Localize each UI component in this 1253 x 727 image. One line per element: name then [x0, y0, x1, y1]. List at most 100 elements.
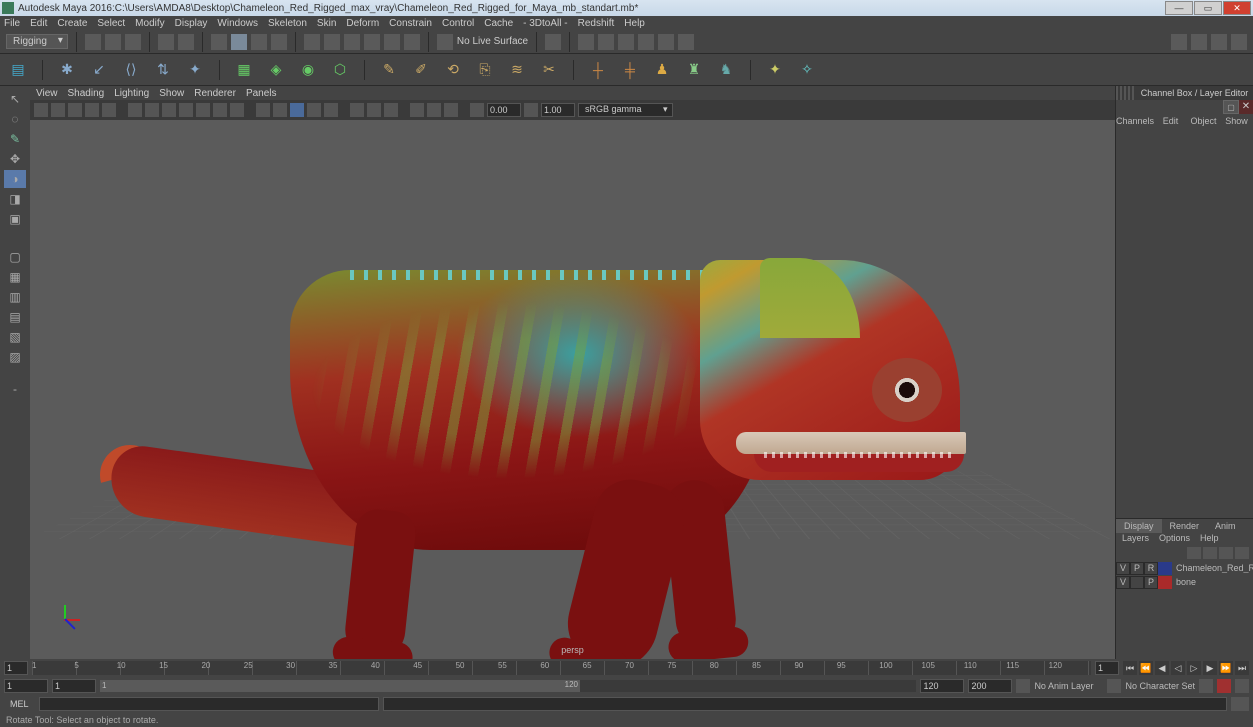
anim-end-field[interactable] [968, 679, 1012, 693]
field-chart-icon[interactable] [196, 103, 210, 117]
multisample-aa-icon[interactable] [444, 103, 458, 117]
prune-weights-icon[interactable]: ✂ [537, 58, 561, 82]
redo-icon[interactable] [178, 34, 194, 50]
construction-history-icon[interactable] [545, 34, 561, 50]
bookmark-icon[interactable] [51, 103, 65, 117]
parent-constraint-icon[interactable]: ┼ [586, 58, 610, 82]
motion-blur-icon[interactable] [427, 103, 441, 117]
outliner-persp-icon[interactable]: ▧ [4, 328, 26, 346]
wireframe-icon[interactable] [256, 103, 270, 117]
anim-prefs-icon[interactable] [1235, 679, 1249, 693]
layer-tab-display[interactable]: Display [1116, 519, 1162, 533]
panel-menu-panels[interactable]: Panels [246, 88, 277, 99]
menu-cache[interactable]: Cache [484, 18, 513, 29]
select-mode-icon[interactable] [211, 34, 227, 50]
range-slider-track[interactable]: 1120 [100, 680, 916, 692]
new-scene-icon[interactable] [85, 34, 101, 50]
wrap-icon[interactable]: ⬡ [328, 58, 352, 82]
point-constraint-icon[interactable]: ╪ [618, 58, 642, 82]
layer-color-swatch[interactable] [1158, 562, 1172, 575]
move-tool-icon[interactable]: ✥ [4, 150, 26, 168]
new-layer-selected-icon[interactable] [1235, 547, 1249, 559]
hypershade-persp-icon[interactable]: ▨ [4, 348, 26, 366]
menu-display[interactable]: Display [175, 18, 208, 29]
hik-window-icon[interactable]: ♞ [714, 58, 738, 82]
rotate-tool-icon[interactable]: ◑ [4, 170, 26, 188]
auto-key-icon[interactable] [1199, 679, 1213, 693]
menu-skeleton[interactable]: Skeleton [268, 18, 307, 29]
bind-skin-icon[interactable]: ✎ [377, 58, 401, 82]
play-forward-icon[interactable]: ▷ [1187, 661, 1201, 675]
move-layer-up-icon[interactable] [1187, 547, 1201, 559]
joint-tool-icon[interactable]: ✱ [55, 58, 79, 82]
snap-plane-icon[interactable] [364, 34, 380, 50]
panel-close-icon[interactable]: ✕ [1239, 100, 1253, 114]
step-back-key-icon[interactable]: ⏪ [1139, 661, 1153, 675]
layer-visible[interactable]: V [1116, 562, 1130, 575]
time-current-field[interactable] [1095, 661, 1119, 675]
copy-weights-icon[interactable]: ⎘ [473, 58, 497, 82]
gate-mask-icon[interactable] [179, 103, 193, 117]
last-layout-icon[interactable]: - [4, 380, 26, 398]
layer-name[interactable]: Chameleon_Red_Rigg [1172, 563, 1253, 573]
minimize-button[interactable]: — [1165, 1, 1193, 15]
insert-joint-icon[interactable]: ↙ [87, 58, 111, 82]
script-lang-label[interactable]: MEL [4, 699, 35, 709]
exposure-field[interactable] [487, 103, 521, 117]
grid-toggle-icon[interactable] [128, 103, 142, 117]
layer-row[interactable]: V P R Chameleon_Red_Rigg [1116, 561, 1253, 575]
panel-drag-handle[interactable] [1116, 86, 1136, 100]
hypershade-icon[interactable] [658, 34, 674, 50]
panel-menu-show[interactable]: Show [159, 88, 184, 99]
layer-name[interactable]: bone [1172, 577, 1253, 587]
tab-edit[interactable]: Edit [1154, 114, 1187, 128]
safe-action-icon[interactable] [213, 103, 227, 117]
panel-menu-view[interactable]: View [36, 88, 58, 99]
select-by-component-icon[interactable] [251, 34, 267, 50]
color-space-dropdown[interactable]: sRGB gamma [578, 103, 673, 117]
anim-layer-label[interactable]: No Anim Layer [1034, 681, 1093, 691]
mirror-joint-icon[interactable]: ⟨⟩ [119, 58, 143, 82]
menu-create[interactable]: Create [57, 18, 87, 29]
open-scene-icon[interactable] [105, 34, 121, 50]
smooth-weights-icon[interactable]: ≋ [505, 58, 529, 82]
two-pane-stack-icon[interactable]: ▤ [4, 308, 26, 326]
snap-live-icon[interactable] [384, 34, 400, 50]
attribute-editor-icon[interactable] [1171, 34, 1187, 50]
time-start-field[interactable] [4, 661, 28, 675]
panel-menu-renderer[interactable]: Renderer [194, 88, 236, 99]
command-input[interactable] [39, 697, 379, 711]
step-back-icon[interactable]: ◀ [1155, 661, 1169, 675]
layer-playback[interactable]: P [1130, 562, 1144, 575]
redshift-tool1-icon[interactable]: ✦ [763, 58, 787, 82]
ik-handle-icon[interactable]: ✦ [183, 58, 207, 82]
menu-skin[interactable]: Skin [317, 18, 336, 29]
snap-grid-icon[interactable] [304, 34, 320, 50]
chameleon-model[interactable] [110, 230, 950, 659]
maximize-button[interactable]: ▭ [1194, 1, 1222, 15]
layer-menu-layers[interactable]: Layers [1122, 533, 1149, 547]
cluster-icon[interactable]: ◈ [264, 58, 288, 82]
save-scene-icon[interactable] [125, 34, 141, 50]
paint-weights-icon[interactable]: ✐ [409, 58, 433, 82]
panel-menu-lighting[interactable]: Lighting [114, 88, 149, 99]
shadows-icon[interactable] [324, 103, 338, 117]
layer-tab-anim[interactable]: Anim [1207, 519, 1244, 533]
step-forward-key-icon[interactable]: ⏩ [1219, 661, 1233, 675]
time-slider-track[interactable]: 1510152025303540455055606570758085909510… [32, 661, 1091, 675]
set-key-icon[interactable] [1217, 679, 1231, 693]
orient-joint-icon[interactable]: ⇅ [151, 58, 175, 82]
lasso-tool-icon[interactable]: ◌ [4, 110, 26, 128]
ao-icon[interactable] [410, 103, 424, 117]
move-layer-down-icon[interactable] [1203, 547, 1217, 559]
select-mask-icon[interactable] [271, 34, 287, 50]
exposure-icon[interactable] [470, 103, 484, 117]
lattice-icon[interactable]: ▦ [232, 58, 256, 82]
range-end-field[interactable] [920, 679, 964, 693]
select-tool-icon[interactable]: ↖ [4, 90, 26, 108]
menu-deform[interactable]: Deform [346, 18, 379, 29]
layer-playback[interactable] [1130, 576, 1144, 589]
modeling-toolkit-icon[interactable] [1231, 34, 1247, 50]
menu-3dtoall[interactable]: - 3DtoAll - [523, 18, 567, 29]
channel-box-icon[interactable] [1211, 34, 1227, 50]
